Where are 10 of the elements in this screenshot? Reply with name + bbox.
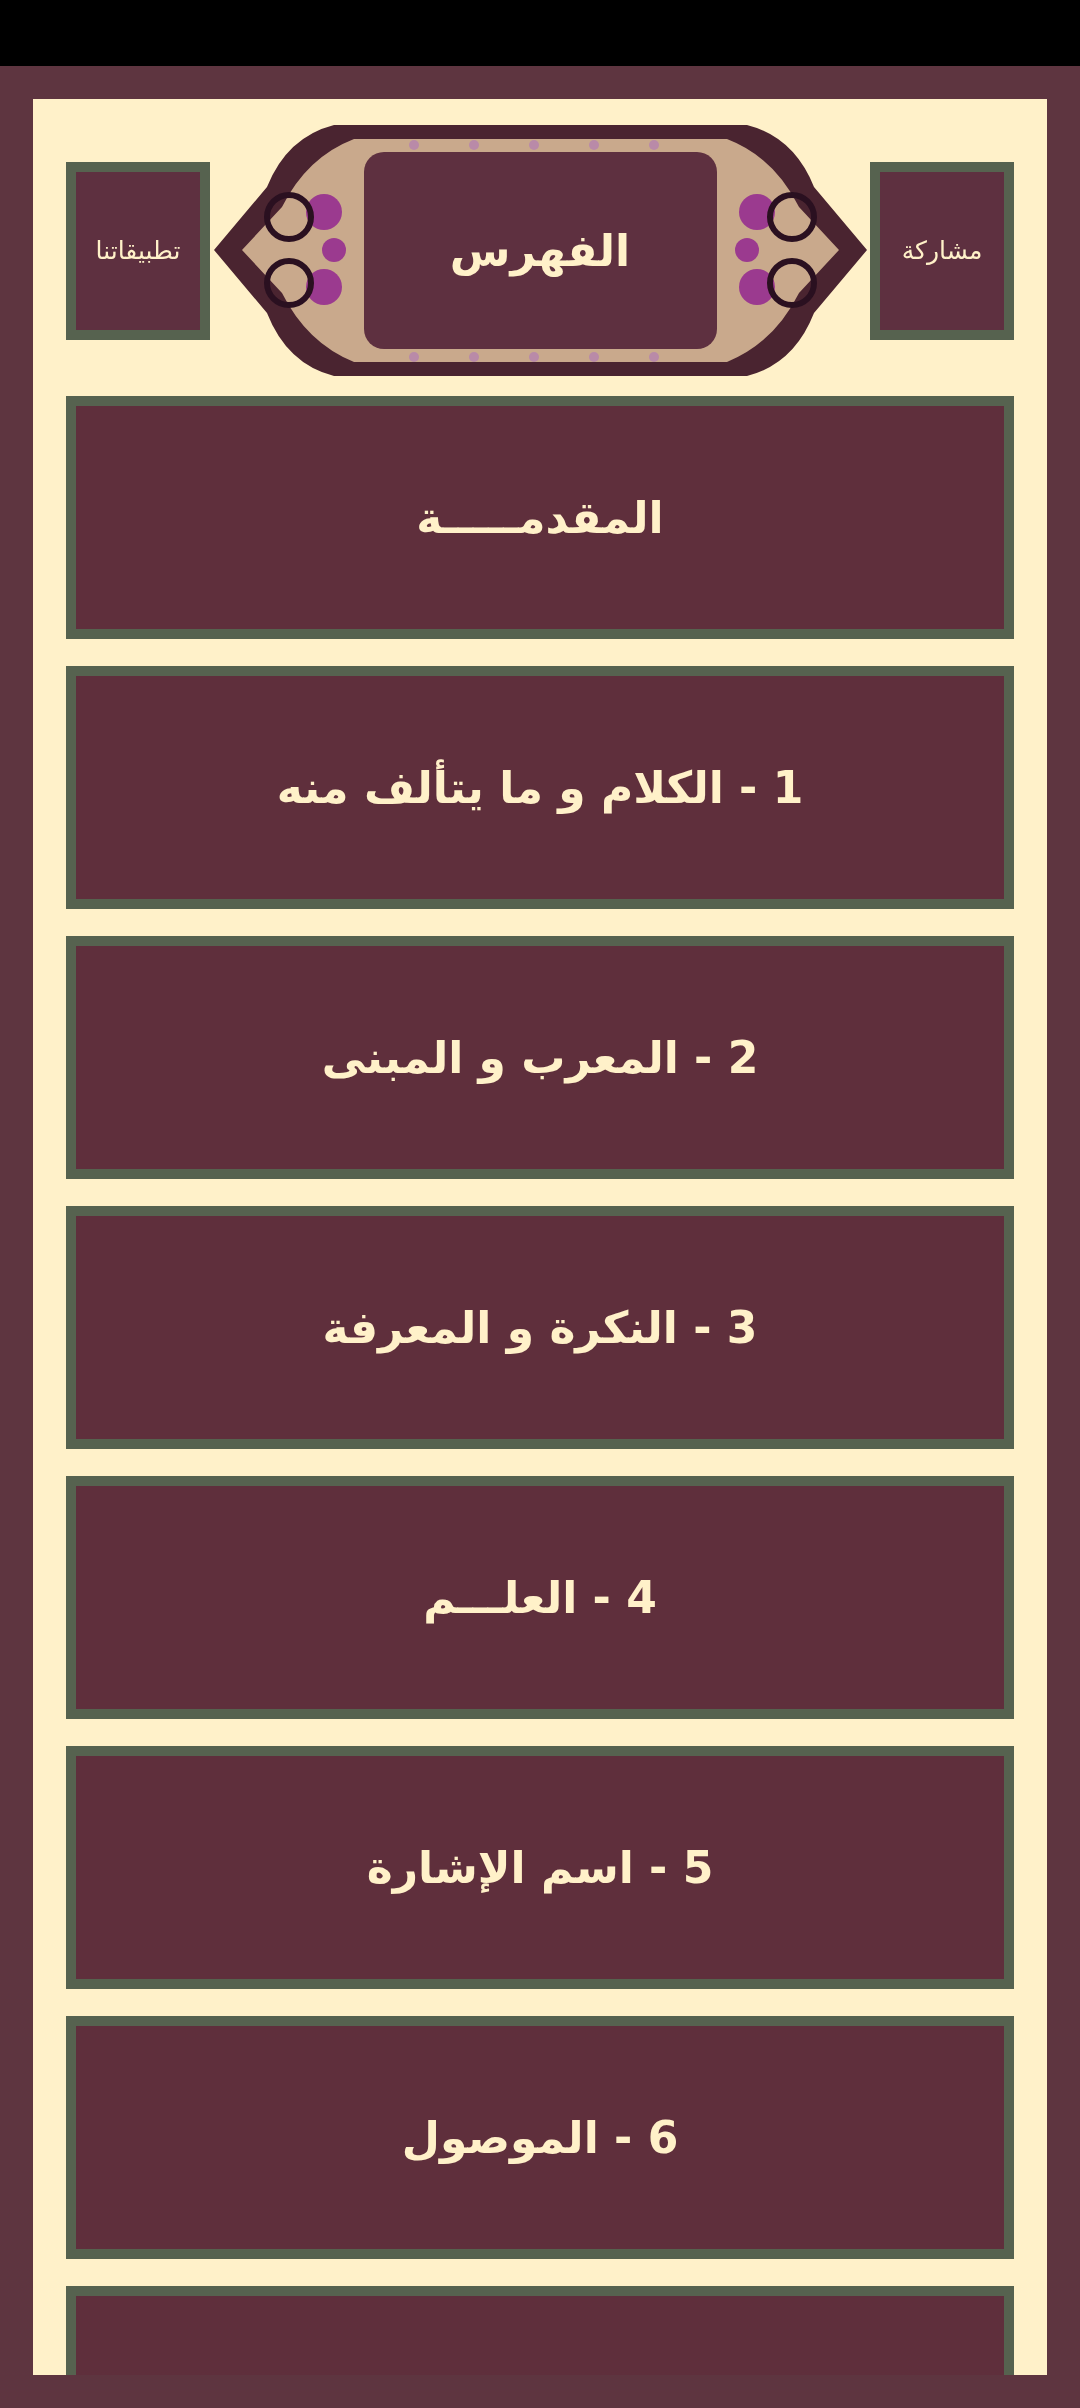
share-button[interactable]: مشاركة	[870, 161, 1014, 340]
chapter-button[interactable]: 1 - الكلام و ما يتألف منه	[66, 666, 1014, 909]
chapter-button[interactable]: 3 - النكرة و المعرفة	[66, 1206, 1014, 1449]
chapter-button[interactable]: 6 - الموصول	[66, 2016, 1014, 2259]
chapter-button[interactable]: المقدمـــــة	[66, 396, 1014, 639]
page-title: الفهرس	[449, 225, 631, 276]
chapter-button[interactable]: 4 - العلـــم	[66, 1476, 1014, 1719]
chapter-button[interactable]: 5 - اسم الإشارة	[66, 1746, 1014, 1989]
our-apps-button[interactable]: تطبيقاتنا	[66, 161, 210, 340]
chapter-button[interactable]: 2 - المعرب و المبنى	[66, 936, 1014, 1179]
